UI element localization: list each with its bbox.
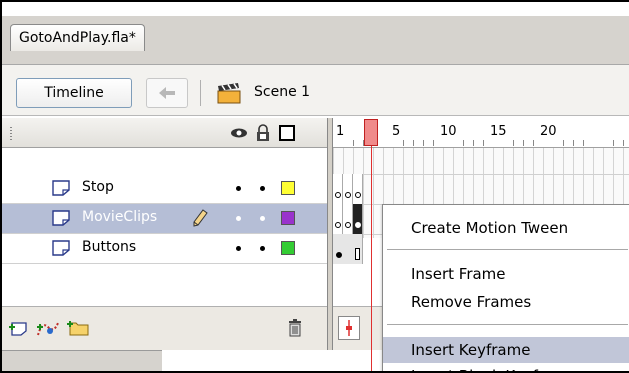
menu-item-create-motion-tween[interactable]: Create Motion Tween bbox=[383, 215, 629, 241]
ruler-tick bbox=[613, 140, 614, 146]
playhead[interactable] bbox=[364, 119, 378, 146]
layer-row-stop[interactable]: Stop bbox=[2, 174, 327, 204]
center-frame-icon bbox=[346, 320, 352, 336]
ruler-label: 15 bbox=[490, 124, 507, 139]
keyframe-marker bbox=[345, 192, 351, 198]
ruler-label: 10 bbox=[440, 124, 457, 139]
flash-window: GotoAndPlay.fla* Timeline Scene 1 Stop M… bbox=[0, 0, 629, 373]
ruler-tick bbox=[623, 140, 624, 146]
toolbar-separator bbox=[200, 80, 201, 106]
ruler-tick bbox=[483, 140, 484, 146]
menu-item-insert-frame[interactable]: Insert Frame bbox=[383, 261, 629, 287]
ruler-tick bbox=[583, 140, 584, 146]
scene-name[interactable]: Scene 1 bbox=[254, 84, 310, 100]
eye-icon[interactable] bbox=[230, 124, 248, 142]
frame-cell[interactable] bbox=[343, 174, 353, 204]
clapperboard-icon bbox=[217, 83, 241, 104]
back-arrow-icon bbox=[159, 87, 175, 99]
end-frame-marker bbox=[355, 248, 360, 260]
ruler-tick bbox=[413, 140, 414, 146]
layer-name: Stop bbox=[82, 179, 114, 195]
layer-icon bbox=[52, 210, 70, 226]
layer-icon bbox=[52, 240, 70, 256]
ruler-tick bbox=[473, 140, 474, 146]
ruler-tick bbox=[523, 140, 524, 146]
outline-color-square[interactable] bbox=[281, 241, 295, 255]
keyframe-marker bbox=[345, 222, 351, 228]
layer-name: MovieClips bbox=[82, 209, 158, 225]
lock-dot[interactable] bbox=[260, 186, 265, 191]
ruler-tick bbox=[433, 140, 434, 146]
lock-dot[interactable] bbox=[260, 216, 265, 221]
frame-cell[interactable] bbox=[353, 174, 363, 204]
menu-item-insert-keyframe[interactable]: Insert Keyframe bbox=[383, 337, 629, 363]
stage-strip bbox=[2, 350, 162, 371]
layer-icon bbox=[52, 180, 70, 196]
grid-row-line bbox=[333, 174, 629, 175]
keyframe-marker bbox=[335, 192, 341, 198]
keyframe-marker bbox=[336, 252, 342, 258]
keyframe-marker bbox=[355, 192, 361, 198]
pencil-icon bbox=[193, 209, 208, 227]
keyframe-marker bbox=[335, 222, 341, 228]
ruler-label: 1 bbox=[336, 124, 345, 139]
layer-row-movieclips[interactable]: MovieClips bbox=[2, 204, 327, 234]
ruler-label: 5 bbox=[392, 124, 401, 139]
ruler-label: 20 bbox=[540, 124, 557, 139]
layer-footer bbox=[2, 306, 327, 350]
outline-color-square[interactable] bbox=[281, 211, 295, 225]
ruler-tick bbox=[573, 140, 574, 146]
back-button[interactable] bbox=[146, 78, 188, 108]
layer-empty-area bbox=[2, 264, 327, 306]
layer-name: Buttons bbox=[82, 239, 137, 255]
ruler-tick bbox=[353, 140, 354, 146]
ruler-tick bbox=[533, 140, 534, 146]
ruler-tick bbox=[513, 140, 514, 146]
insert-layer-icon[interactable] bbox=[8, 319, 30, 337]
menu-separator bbox=[387, 249, 628, 250]
visibility-dot[interactable] bbox=[236, 246, 241, 251]
frame-cell[interactable] bbox=[333, 174, 343, 204]
top-margin bbox=[2, 2, 629, 16]
document-tab[interactable]: GotoAndPlay.fla* bbox=[10, 24, 145, 51]
context-menu: Create Motion Tween Insert Frame Remove … bbox=[382, 204, 629, 371]
timeline-button[interactable]: Timeline bbox=[16, 78, 132, 108]
ruler-tick bbox=[463, 140, 464, 146]
frame-cell[interactable] bbox=[343, 204, 353, 234]
outline-color-square[interactable] bbox=[281, 181, 295, 195]
ruler-tick bbox=[403, 140, 404, 146]
center-frame-button[interactable] bbox=[338, 316, 360, 340]
frame-cell-selected[interactable] bbox=[353, 204, 363, 234]
lock-icon[interactable] bbox=[254, 124, 272, 142]
layer-row-buttons[interactable]: Buttons bbox=[2, 234, 327, 264]
menu-item-remove-frames[interactable]: Remove Frames bbox=[383, 289, 629, 315]
panel-grip[interactable] bbox=[10, 127, 12, 141]
outline-icon[interactable] bbox=[278, 124, 296, 142]
menu-item-insert-blank-keyframe[interactable]: Insert Blank Keyframe bbox=[383, 363, 629, 371]
insert-layer-folder-icon[interactable] bbox=[66, 317, 90, 337]
menu-separator bbox=[387, 324, 628, 325]
frame-cell[interactable] bbox=[333, 204, 343, 234]
visibility-dot[interactable] bbox=[236, 216, 241, 221]
ruler-tick bbox=[563, 140, 564, 146]
lock-dot[interactable] bbox=[260, 246, 265, 251]
ruler-tick bbox=[423, 140, 424, 146]
visibility-dot[interactable] bbox=[236, 186, 241, 191]
add-motion-guide-icon[interactable] bbox=[36, 319, 60, 337]
keyframe-marker bbox=[355, 222, 361, 228]
trash-icon[interactable] bbox=[286, 318, 304, 338]
playhead-line bbox=[371, 146, 372, 371]
